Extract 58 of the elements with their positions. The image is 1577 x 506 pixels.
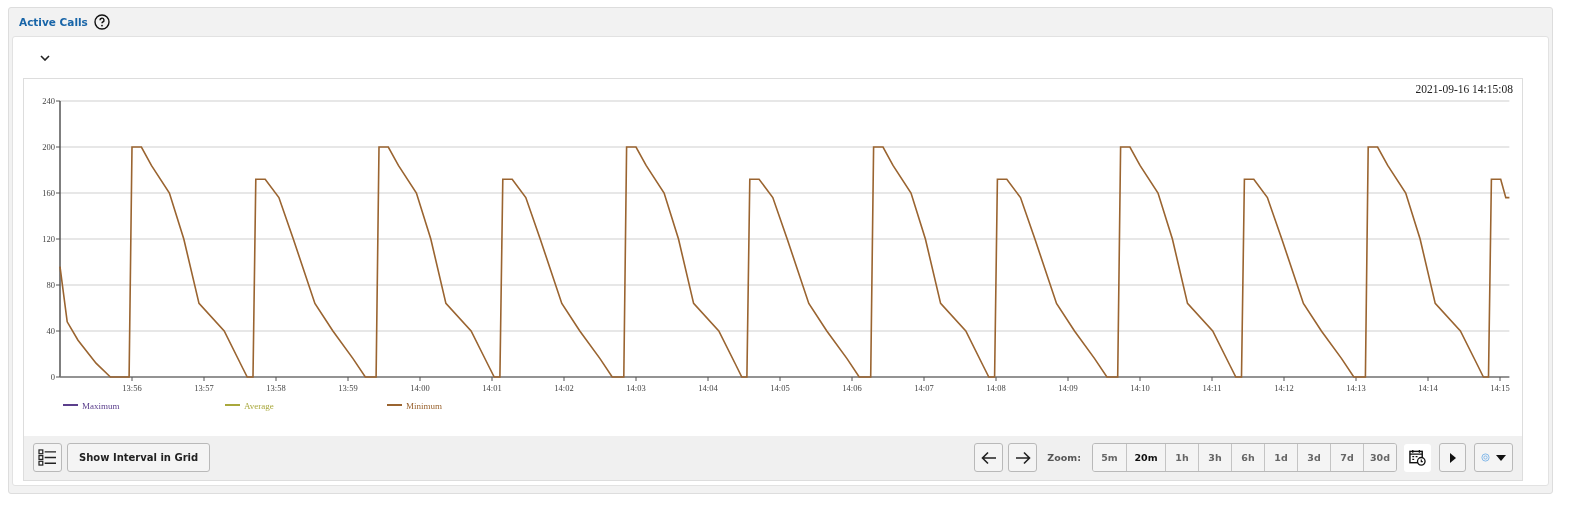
arrow-right-icon: [1014, 450, 1031, 465]
x-tick-label: 14:04: [698, 383, 718, 393]
x-tick-label: 14:00: [410, 383, 430, 393]
y-tick-label: 120: [42, 234, 55, 244]
zoom-option[interactable]: 5m: [1093, 444, 1126, 471]
legend-label: Maximum: [82, 401, 120, 411]
legend-label: Minimum: [406, 401, 442, 411]
zoom-option[interactable]: 3d: [1297, 444, 1330, 471]
chevron-down-icon[interactable]: [40, 55, 50, 61]
x-tick-label: 14:14: [1418, 383, 1438, 393]
y-tick-label: 240: [42, 96, 55, 106]
x-tick-label: 13:57: [194, 383, 214, 393]
y-tick-label: 40: [46, 326, 55, 336]
x-tick-label: 14:03: [626, 383, 646, 393]
panel-title: Active Calls: [19, 16, 88, 28]
x-tick-label: 14:01: [482, 383, 502, 393]
target-icon: [1481, 453, 1490, 462]
x-tick-label: 14:12: [1274, 383, 1294, 393]
zoom-option[interactable]: 20m: [1126, 444, 1165, 471]
x-tick-label: 14:06: [842, 383, 862, 393]
x-tick-label: 14:05: [770, 383, 790, 393]
x-tick-label: 14:02: [554, 383, 574, 393]
x-tick-label: 13:56: [122, 383, 142, 393]
y-tick-label: 80: [46, 280, 55, 290]
zoom-option[interactable]: 1h: [1165, 444, 1198, 471]
chart-timestamp: 2021-09-16 14:15:08: [1415, 83, 1513, 95]
help-icon[interactable]: [93, 14, 110, 30]
x-tick-label: 14:10: [1130, 383, 1150, 393]
x-tick-label: 13:59: [338, 383, 358, 393]
next-button[interactable]: [1008, 443, 1038, 472]
x-tick-label: 14:08: [986, 383, 1006, 393]
y-tick-label: 160: [42, 188, 55, 198]
show-interval-button[interactable]: Show Interval in Grid: [67, 443, 211, 472]
zoom-option[interactable]: 7d: [1330, 444, 1363, 471]
play-button[interactable]: [1439, 443, 1466, 472]
list-view-button[interactable]: [33, 443, 62, 472]
zoom-option[interactable]: 1d: [1264, 444, 1297, 471]
zoom-option[interactable]: 30d: [1363, 444, 1396, 471]
x-tick-label: 14:07: [914, 383, 934, 393]
refresh-dropdown[interactable]: [1474, 443, 1513, 472]
x-tick-label: 14:09: [1058, 383, 1078, 393]
previous-button[interactable]: [974, 443, 1004, 472]
y-tick-label: 0: [50, 372, 55, 382]
caret-down-icon: [1496, 454, 1506, 461]
list-icon: [38, 449, 57, 466]
play-icon: [1449, 452, 1456, 463]
zoom-label: Zoom:: [1047, 452, 1081, 463]
arrow-left-icon: [980, 450, 997, 465]
x-tick-label: 14:11: [1202, 383, 1222, 393]
x-tick-label: 14:13: [1346, 383, 1366, 393]
x-tick-label: 13:58: [266, 383, 286, 393]
x-tick-label: 14:15: [1490, 383, 1510, 393]
y-tick-label: 200: [42, 142, 55, 152]
calendar-clock-icon: [1409, 449, 1426, 466]
zoom-option[interactable]: 6h: [1231, 444, 1264, 471]
zoom-option[interactable]: 3h: [1198, 444, 1231, 471]
calendar-button[interactable]: [1404, 443, 1431, 472]
legend-label: Average: [244, 401, 274, 411]
